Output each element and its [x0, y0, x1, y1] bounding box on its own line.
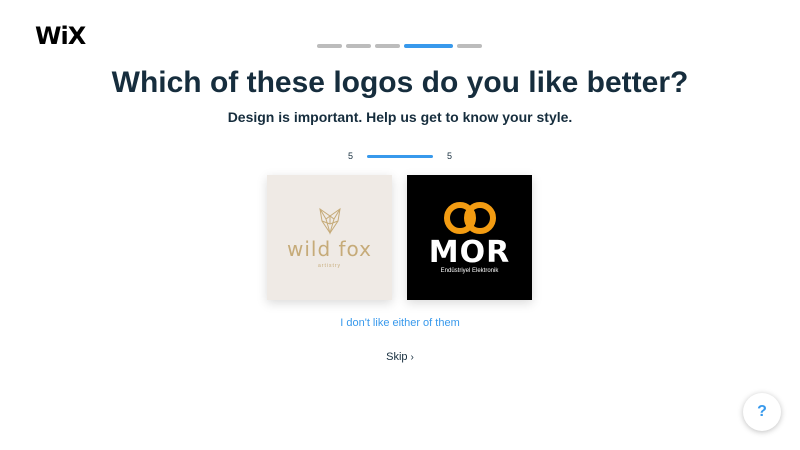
- dislike-both-link[interactable]: I don't like either of them: [0, 317, 800, 329]
- onboarding-page: WiX Which of these logos do you like bet…: [0, 0, 800, 450]
- progress-step-3: [375, 44, 400, 48]
- chevron-right-icon: ›: [410, 352, 414, 363]
- counter-total: 5: [447, 151, 453, 161]
- rings-logo-icon: [444, 202, 496, 234]
- step-progress: [317, 44, 482, 48]
- skip-label: Skip: [386, 351, 408, 363]
- fox-logo-icon: [319, 207, 341, 235]
- counter-bar: [367, 154, 433, 158]
- mor-logo-subtext: Endüstriyel Elektronik: [440, 268, 499, 274]
- wix-logo[interactable]: WiX: [35, 22, 86, 50]
- progress-step-5: [457, 44, 482, 48]
- logo-option-mor[interactable]: MOR Endüstriyel Elektronik: [407, 175, 532, 300]
- progress-step-4-active: [404, 44, 453, 48]
- page-subtitle: Design is important. Help us get to know…: [227, 109, 573, 125]
- help-button[interactable]: ?: [743, 393, 781, 431]
- progress-step-2: [346, 44, 371, 48]
- progress-step-1: [317, 44, 342, 48]
- counter-current: 5: [347, 151, 353, 161]
- skip-button[interactable]: Skip ›: [0, 351, 800, 363]
- page-title: Which of these logos do you like better?: [111, 66, 689, 99]
- question-counter: 5 5: [0, 151, 800, 161]
- wild-fox-logo-text: wild fox: [286, 237, 373, 261]
- mor-logo-text: MOR: [428, 235, 511, 270]
- logo-option-wild-fox[interactable]: wild fox artistry: [267, 175, 392, 300]
- wild-fox-logo-subtext: artistry: [318, 263, 341, 269]
